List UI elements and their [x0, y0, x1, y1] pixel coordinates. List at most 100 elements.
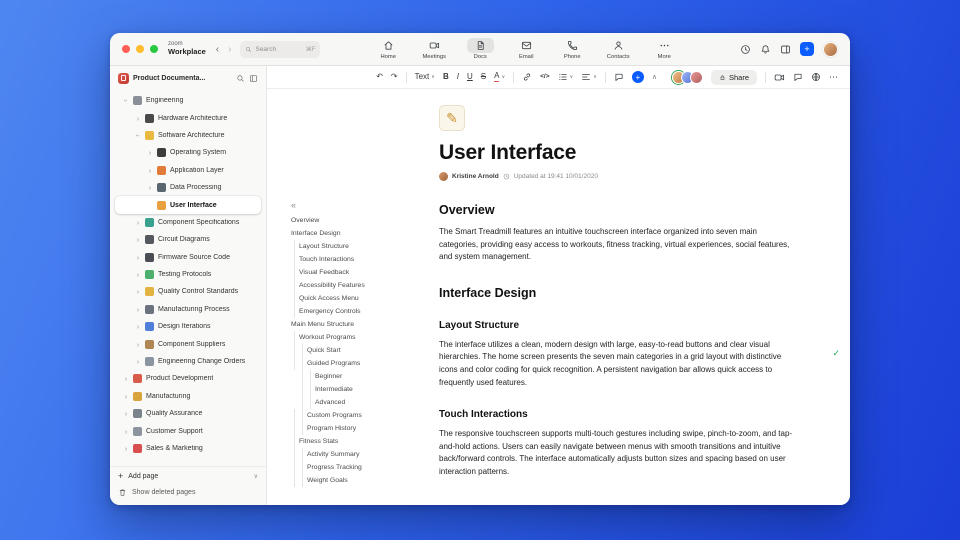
strikethrough-button[interactable]: S: [481, 73, 486, 81]
expand-chevron-icon[interactable]: ›: [135, 235, 141, 244]
expand-chevron-icon[interactable]: ›: [123, 392, 129, 401]
italic-button[interactable]: I: [457, 73, 459, 81]
sidebar-page-item[interactable]: › Software Architecture: [115, 127, 261, 144]
sidebar-page-item[interactable]: › Firmware Source Code: [115, 249, 261, 266]
minimize-window-button[interactable]: [136, 45, 144, 53]
add-page-caret-icon[interactable]: ∨: [254, 473, 258, 480]
tab-more[interactable]: More: [645, 38, 684, 60]
expand-chevron-icon[interactable]: ›: [123, 374, 129, 383]
expand-chevron-icon[interactable]: ›: [135, 270, 141, 279]
tab-home[interactable]: Home: [369, 38, 408, 60]
align-dropdown[interactable]: ∨: [581, 72, 597, 82]
expand-chevron-icon[interactable]: ›: [147, 183, 153, 192]
expand-chevron-icon[interactable]: ›: [123, 409, 129, 418]
outline-item[interactable]: Overview: [291, 214, 377, 227]
outline-item[interactable]: Intermediate: [291, 383, 377, 396]
expand-chevron-icon[interactable]: ›: [123, 427, 129, 436]
outline-item[interactable]: Main Menu Structure: [291, 318, 377, 331]
outline-item[interactable]: Beginner: [291, 370, 377, 383]
recordings-icon[interactable]: [740, 44, 751, 55]
back-button[interactable]: ‹: [216, 44, 219, 55]
user-avatar[interactable]: [823, 41, 838, 57]
section-heading[interactable]: Touch Interactions: [439, 409, 804, 420]
section-paragraph[interactable]: The interface utilizes a clean, modern d…: [439, 339, 793, 389]
sidebar-page-item[interactable]: › Application Layer: [115, 162, 261, 179]
undo-button[interactable]: ↶: [376, 73, 383, 81]
sidebar-page-item[interactable]: › Data Processing: [115, 179, 261, 196]
share-button[interactable]: Share: [710, 69, 757, 85]
document-content[interactable]: ✎ User Interface Kristine Arnold Updated…: [381, 89, 850, 505]
new-item-button[interactable]: +: [800, 42, 814, 56]
outline-item[interactable]: Custom Programs: [291, 409, 377, 422]
sidebar-page-item[interactable]: › Manufacturing Process: [115, 301, 261, 318]
section-heading[interactable]: Overview: [439, 203, 804, 217]
expand-chevron-icon[interactable]: ›: [135, 305, 141, 314]
sidebar-page-item[interactable]: › Hardware Architecture: [115, 109, 261, 126]
expand-chevron-icon[interactable]: ›: [135, 357, 141, 366]
outline-item[interactable]: Weight Goals: [291, 474, 377, 487]
more-options-button[interactable]: ⋯: [829, 72, 838, 82]
expand-chevron-icon[interactable]: ›: [135, 322, 141, 331]
insert-link-button[interactable]: [522, 72, 532, 82]
sidebar-page-item[interactable]: › Product Development: [115, 370, 261, 387]
comment-button[interactable]: [614, 72, 624, 82]
outline-item[interactable]: Activity Summary: [291, 448, 377, 461]
expand-chevron-icon[interactable]: ›: [135, 340, 141, 349]
tab-email[interactable]: Email: [507, 38, 546, 60]
insert-block-button[interactable]: +: [631, 71, 644, 83]
sidebar-page-item[interactable]: › Engineering Change Orders: [115, 353, 261, 370]
outline-item[interactable]: Guided Programs: [291, 357, 377, 370]
chat-button[interactable]: [793, 72, 803, 82]
list-dropdown[interactable]: ∨: [558, 72, 573, 82]
section-paragraph[interactable]: The Smart Treadmill features an intuitiv…: [439, 226, 793, 264]
code-block-button[interactable]: </>: [540, 73, 549, 81]
collapse-toolbar-button[interactable]: ∧: [652, 74, 657, 81]
outline-item[interactable]: Emergency Controls: [291, 305, 377, 318]
expand-chevron-icon[interactable]: ›: [147, 166, 153, 175]
sidebar-page-item[interactable]: › Component Suppliers: [115, 335, 261, 352]
sidebar-page-item[interactable]: › Circuit Diagrams: [115, 231, 261, 248]
show-deleted-pages-button[interactable]: Show deleted pages: [118, 488, 258, 497]
expand-chevron-icon[interactable]: ›: [135, 253, 141, 262]
outline-item[interactable]: Progress Tracking: [291, 461, 377, 474]
outline-item[interactable]: Workout Programs: [291, 331, 377, 344]
forward-button[interactable]: ›: [228, 44, 231, 55]
underline-button[interactable]: U: [467, 73, 473, 81]
global-search-input[interactable]: Search ⌘F: [240, 40, 321, 58]
outline-item[interactable]: Fitness Stats: [291, 435, 377, 448]
notifications-bell-icon[interactable]: [760, 44, 771, 55]
outline-item[interactable]: Visual Feedback: [291, 266, 377, 279]
tab-contacts[interactable]: Contacts: [599, 38, 638, 60]
bold-button[interactable]: B: [443, 73, 449, 81]
outline-collapse-icon[interactable]: «: [291, 201, 377, 210]
sidebar-page-item[interactable]: › User Interface: [115, 196, 261, 214]
sidebar-page-item[interactable]: › Engineering: [115, 92, 261, 109]
sidebar-page-item[interactable]: › Operating System: [115, 144, 261, 161]
sidebar-page-item[interactable]: › Component Specifications: [115, 214, 261, 231]
tab-phone[interactable]: Phone: [553, 38, 592, 60]
publish-web-button[interactable]: [811, 72, 821, 82]
outline-item[interactable]: Program History: [291, 422, 377, 435]
section-heading[interactable]: Interface Design: [439, 286, 804, 300]
outline-item[interactable]: Quick Start: [291, 344, 377, 357]
sidebar-page-item[interactable]: › Quality Assurance: [115, 405, 261, 422]
expand-chevron-icon[interactable]: ›: [123, 444, 129, 453]
sidebar-page-item[interactable]: › Testing Protocols: [115, 266, 261, 283]
close-window-button[interactable]: [122, 45, 130, 53]
section-paragraph[interactable]: The responsive touchscreen supports mult…: [439, 428, 793, 478]
outline-item[interactable]: Accessibility Features: [291, 279, 377, 292]
section-heading[interactable]: Layout Structure: [439, 320, 804, 331]
tab-meetings[interactable]: Meetings: [415, 38, 454, 60]
outline-item[interactable]: Layout Structure: [291, 240, 377, 253]
tab-docs[interactable]: Docs: [461, 38, 500, 60]
expand-chevron-icon[interactable]: ›: [135, 114, 141, 123]
sidebar-page-item[interactable]: › Manufacturing: [115, 388, 261, 405]
outline-item[interactable]: Advanced: [291, 396, 377, 409]
text-style-dropdown[interactable]: Text ∨: [415, 73, 435, 81]
expand-chevron-icon[interactable]: ›: [135, 287, 141, 296]
add-page-button[interactable]: + Add page ∨: [118, 472, 258, 481]
sidebar-page-item[interactable]: › Design Iterations: [115, 318, 261, 335]
page-title[interactable]: User Interface: [439, 141, 804, 165]
sidebar-search-icon[interactable]: [236, 74, 245, 83]
sidebar-page-item[interactable]: › Customer Support: [115, 422, 261, 439]
